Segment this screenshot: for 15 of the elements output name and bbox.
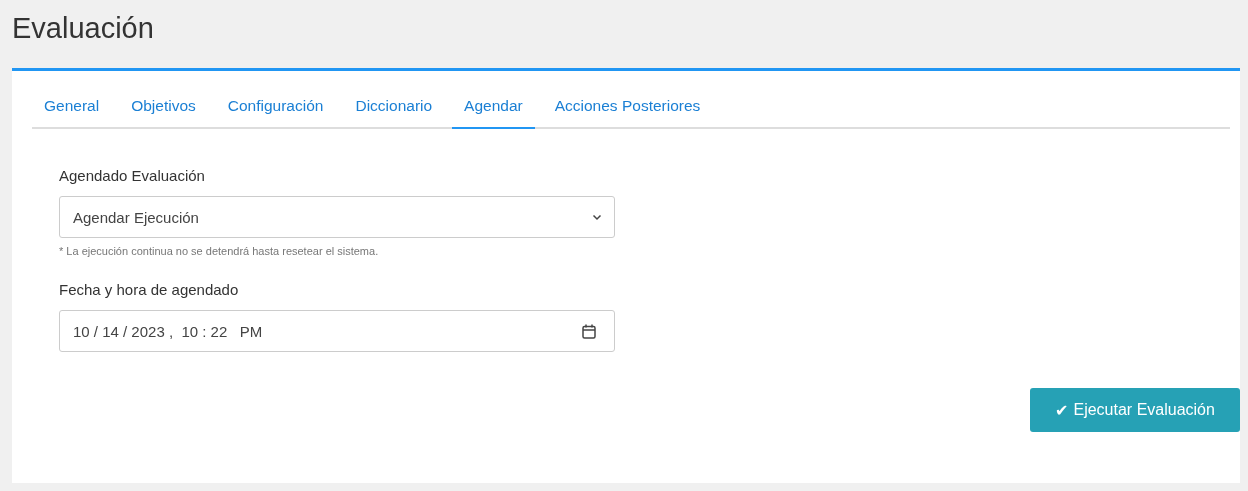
tab[interactable]: Diccionario bbox=[343, 89, 445, 129]
field-label: Agendado Evaluación bbox=[59, 167, 206, 184]
tab[interactable]: General bbox=[32, 89, 112, 129]
page-title: Evaluación bbox=[12, 12, 154, 45]
tab[interactable]: Agendar bbox=[452, 89, 535, 129]
tab[interactable]: Configuración bbox=[215, 89, 336, 129]
tab[interactable]: Objetivos bbox=[119, 89, 208, 129]
execute-button[interactable]: ✔ Ejecutar Evaluación bbox=[1030, 388, 1240, 432]
help-text: * La ejecución continua no se detendrá hasta resetear el sistema. bbox=[59, 245, 380, 257]
field-label: Fecha y hora de agendado bbox=[59, 281, 240, 298]
datetime-field[interactable]: 10 / 14 / 2023 , 10 : 22 PM bbox=[59, 310, 615, 352]
select-field[interactable]: Agendar Ejecución bbox=[59, 196, 615, 238]
chevron-down-icon bbox=[592, 213, 602, 221]
calendar-icon[interactable] bbox=[582, 323, 596, 339]
tab[interactable]: Acciones Posteriores bbox=[542, 89, 713, 129]
